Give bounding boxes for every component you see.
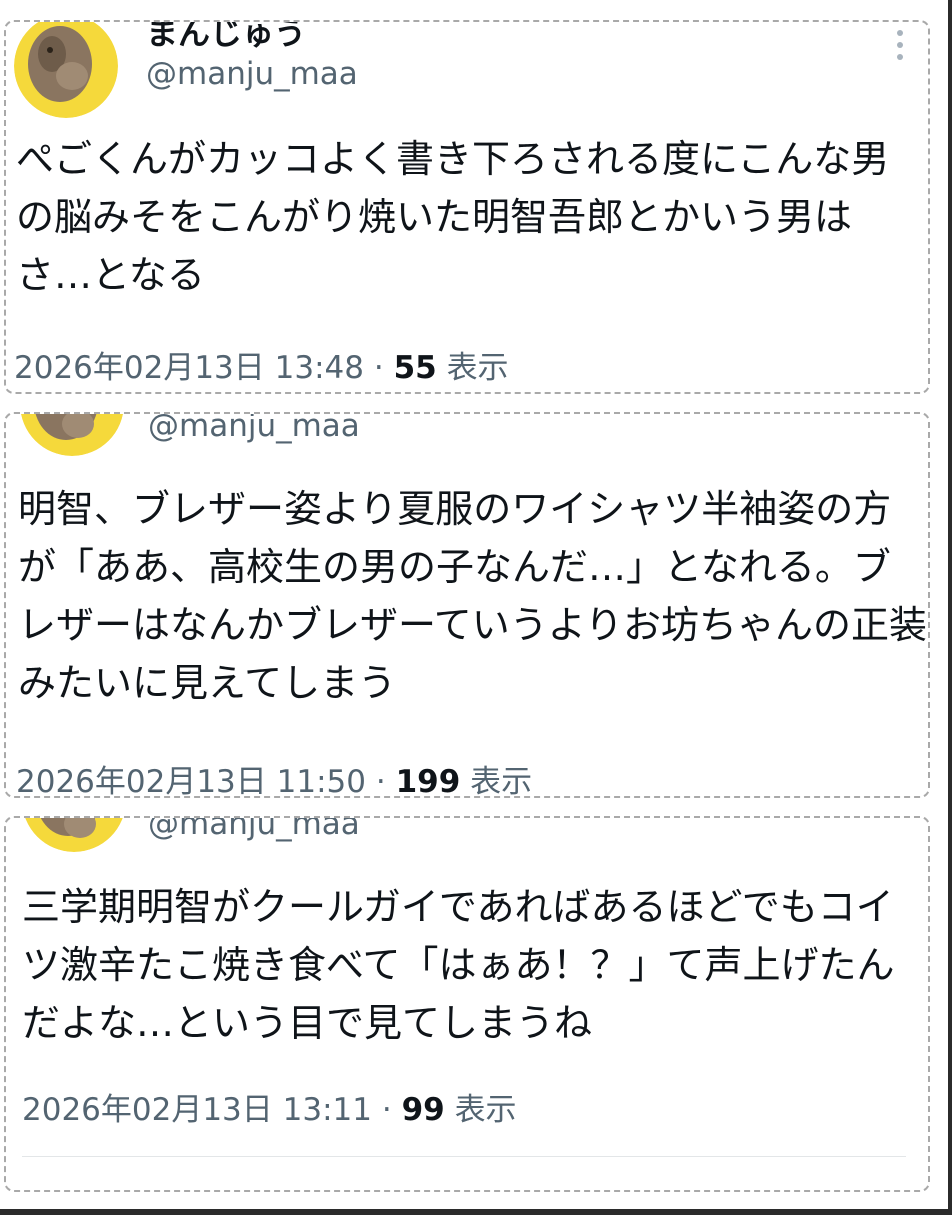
more-options-icon[interactable]	[897, 30, 905, 66]
avatar[interactable]	[20, 414, 124, 456]
timestamp[interactable]: 2026年02月13日 13:11	[22, 1092, 372, 1128]
avatar[interactable]	[14, 22, 118, 118]
views-count: 55	[393, 350, 437, 386]
divider	[22, 1156, 906, 1157]
timestamp[interactable]: 2026年02月13日 13:48	[14, 350, 364, 386]
avatar-image	[25, 818, 123, 852]
views-label: 表示	[454, 1092, 517, 1128]
display-name[interactable]: まんじゅう	[146, 22, 306, 54]
meta-separator: ·	[381, 1092, 392, 1128]
avatar[interactable]	[22, 818, 126, 852]
views-label: 表示	[446, 350, 509, 386]
timestamp[interactable]: 2026年02月13日 11:50	[16, 764, 366, 796]
views-count: 199	[395, 764, 461, 798]
tweet-meta: 2026年02月13日 11:50 · 199 表示	[16, 756, 533, 798]
avatar-image	[20, 414, 124, 456]
tweet-card-3[interactable]: @manju_maa 三学期明智がクールガイであればあるほどでもコイツ激辛たこ焼…	[4, 816, 930, 1192]
tweet-text: 明智、ブレザー姿より夏服のワイシャツ半袖姿の方が「ああ、高校生の男の子なんだ…」…	[18, 487, 927, 705]
user-handle[interactable]: @manju_maa	[146, 56, 358, 92]
tweet-meta: 2026年02月13日 13:11 · 99 表示	[22, 1084, 517, 1129]
avatar-image	[14, 22, 118, 118]
meta-separator: ·	[373, 350, 384, 386]
tweet-meta: 2026年02月13日 13:48 · 55 表示	[14, 342, 509, 387]
views-label: 表示	[470, 764, 533, 798]
window-edge-right	[948, 0, 952, 1215]
tweet-text: ぺごくんがカッコよく書き下ろされる度にこんな男の脳みそをこんがり焼いた明智吾郎と…	[16, 137, 890, 297]
views-count: 99	[401, 1092, 445, 1128]
user-handle[interactable]: @manju_maa	[148, 414, 360, 444]
window-edge-bottom	[0, 1209, 952, 1215]
tweet-text: 三学期明智がクールガイであればあるほどでもコイツ激辛たこ焼き食べて「はぁあ！？」…	[22, 885, 895, 1045]
tweet-card-2[interactable]: @manju_maa 明智、ブレザー姿より夏服のワイシャツ半袖姿の方が「ああ、高…	[4, 412, 930, 798]
tweet-card-1[interactable]: まんじゅう @manju_maa ぺごくんがカッコよく書き下ろされる度にこんな男…	[4, 20, 930, 394]
user-handle[interactable]: @manju_maa	[148, 818, 360, 842]
meta-separator: ·	[375, 764, 386, 798]
